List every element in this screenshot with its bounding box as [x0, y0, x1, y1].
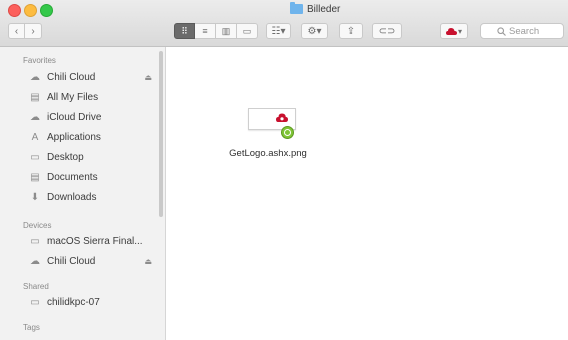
sidebar-item-documents[interactable]: ▤ Documents [28, 169, 160, 185]
sidebar-item-label: iCloud Drive [47, 111, 102, 123]
list-view-icon: ≡ [202, 26, 208, 36]
sidebar-item-label: Applications [47, 131, 101, 143]
share-button[interactable]: ⇪ [339, 23, 363, 39]
sidebar-item-chilidkpc-07[interactable]: ▭ chilidkpc-07 [28, 294, 160, 310]
back-button[interactable]: ‹ [8, 23, 25, 39]
file-browser-content: GetLogo.ashx.png [167, 47, 568, 340]
eject-icon[interactable]: ⏏ [144, 257, 152, 266]
desktop-icon: ▭ [30, 151, 40, 163]
chili-cloud-button[interactable]: ▾ [440, 23, 468, 39]
sync-badge-icon [281, 126, 294, 139]
downloads-icon: ⬇ [30, 191, 40, 203]
folder-icon [290, 2, 303, 14]
zoom-window-button[interactable] [40, 4, 53, 17]
chevron-right-icon: › [31, 25, 35, 37]
search-field[interactable] [480, 23, 564, 39]
tag-icon: ⊂⊃ [378, 25, 396, 37]
shared-header: Shared [23, 282, 49, 291]
arrange-icon: ☷▾ [271, 25, 286, 37]
window-toolbar: Billeder ‹ › ⠿ ≡ ▥ ▭ ☷▾ ⚙▾ ⇪ ⊂⊃ ▾ [0, 0, 568, 47]
chili-cloud-icon [445, 27, 457, 35]
window-title: Billeder [290, 2, 340, 16]
gallery-view-button[interactable]: ▭ [237, 23, 258, 39]
sidebar-item-label: Chili Cloud [47, 71, 96, 83]
list-view-button[interactable]: ≡ [195, 23, 216, 39]
sidebar-item-downloads[interactable]: ⬇ Downloads [28, 189, 160, 205]
sidebar-scrollbar[interactable] [159, 51, 163, 217]
sidebar-item-label: All My Files [47, 91, 99, 103]
arrange-button[interactable]: ☷▾ [266, 23, 291, 39]
share-icon: ⇪ [346, 25, 356, 37]
sidebar-item-label: Downloads [47, 191, 97, 203]
applications-icon: A [31, 131, 39, 143]
sidebar-item-icloud-drive[interactable]: ☁ iCloud Drive [28, 109, 160, 125]
sidebar: Favorites ☁ Chili Cloud ⏏ ▤ All My Files… [0, 47, 166, 340]
favorites-header: Favorites [23, 56, 56, 65]
icon-view-button[interactable]: ⠿ [174, 23, 195, 39]
search-input[interactable] [509, 25, 547, 37]
column-view-icon: ▥ [221, 25, 231, 36]
sidebar-item-label: macOS Sierra Final... [47, 235, 143, 247]
devices-header: Devices [23, 221, 52, 230]
view-mode-control: ⠿ ≡ ▥ ▭ [174, 23, 258, 39]
cloud-icon: ☁ [30, 71, 40, 83]
all-files-icon: ▤ [30, 91, 40, 103]
forward-button[interactable]: › [25, 23, 42, 39]
minimize-window-button[interactable] [24, 4, 37, 17]
gallery-view-icon: ▭ [242, 25, 252, 36]
documents-icon: ▤ [30, 171, 40, 183]
sidebar-item-all-my-files[interactable]: ▤ All My Files [28, 89, 160, 105]
chili-logo-icon [276, 113, 288, 122]
tags-header: Tags [23, 323, 40, 332]
action-button[interactable]: ⚙▾ [301, 23, 328, 39]
sidebar-item-label: Documents [47, 171, 98, 183]
close-window-button[interactable] [8, 4, 21, 17]
sidebar-item-label: Chili Cloud [47, 255, 96, 267]
sidebar-item-macos-disk[interactable]: ▭ macOS Sierra Final... [28, 233, 160, 249]
icloud-icon: ☁ [30, 111, 40, 123]
gear-icon: ⚙▾ [307, 25, 322, 37]
cloud-icon: ☁ [30, 255, 40, 267]
tags-button[interactable]: ⊂⊃ [372, 23, 402, 39]
eject-icon[interactable]: ⏏ [144, 73, 152, 82]
disk-icon: ▭ [30, 235, 40, 247]
sidebar-item-label: Desktop [47, 151, 84, 163]
chevron-down-icon: ▾ [457, 26, 462, 36]
file-name: GetLogo.ashx.png [229, 148, 307, 159]
sidebar-item-label: chilidkpc-07 [47, 296, 100, 308]
icon-view-icon: ⠿ [181, 25, 188, 36]
search-icon [497, 26, 506, 36]
sidebar-item-chili-cloud-device[interactable]: ☁ Chili Cloud ⏏ [28, 253, 160, 269]
computer-icon: ▭ [30, 296, 40, 308]
window-title-label: Billeder [307, 3, 341, 15]
chevron-left-icon: ‹ [14, 25, 19, 37]
sidebar-item-chili-cloud[interactable]: ☁ Chili Cloud ⏏ [28, 69, 160, 85]
sidebar-item-desktop[interactable]: ▭ Desktop [28, 149, 160, 165]
sidebar-item-applications[interactable]: A Applications [28, 129, 160, 145]
column-view-button[interactable]: ▥ [216, 23, 237, 39]
